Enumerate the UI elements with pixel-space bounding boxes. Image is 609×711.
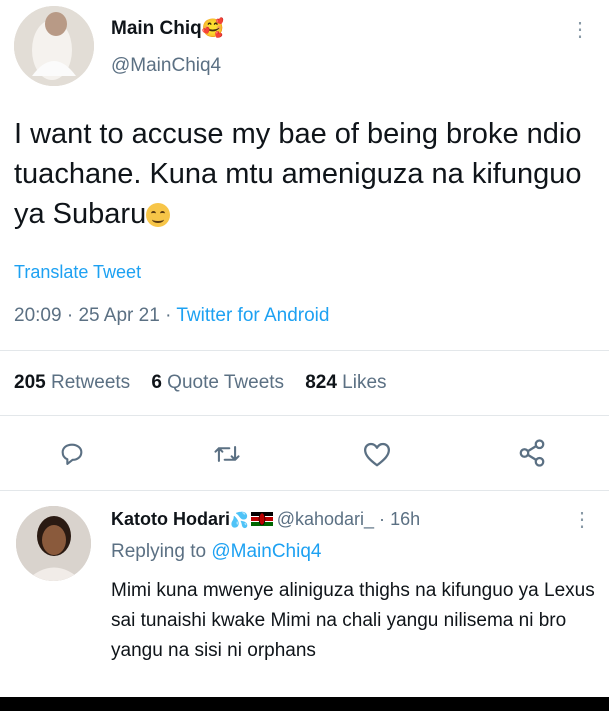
kenya-flag-icon — [250, 510, 273, 526]
reply-author-name[interactable]: Katoto Hodari — [111, 509, 230, 529]
tweet-timestamp: 20:09 · 25 Apr 21 · Twitter for Android — [14, 305, 330, 326]
reply-avatar-image — [16, 506, 91, 581]
likes-stat[interactable]: 824 Likes — [305, 372, 386, 393]
retweets-stat[interactable]: 205 Retweets — [14, 372, 130, 393]
tweet-date[interactable]: 25 Apr 21 — [78, 305, 159, 326]
reply-author-avatar[interactable] — [16, 506, 91, 581]
sweat-droplets-emoji: 💦 — [230, 512, 249, 529]
reply-author-handle[interactable]: @kahodari_ — [277, 509, 374, 529]
smiling-face-emoji: 😊 — [146, 203, 171, 227]
reply-more-options-icon[interactable]: ⋮ — [572, 510, 592, 530]
avatar-image — [14, 6, 94, 86]
tweet-time[interactable]: 20:09 — [14, 305, 62, 326]
tweet-source-link[interactable]: Twitter for Android — [176, 305, 329, 326]
tweet-stats: 205 Retweets 6 Quote Tweets 824 Likes — [14, 372, 387, 394]
author-name[interactable]: Main Chiq🥰 — [111, 18, 224, 40]
reply-age[interactable]: 16h — [390, 509, 420, 529]
quote-tweets-stat[interactable]: 6 Quote Tweets — [151, 372, 284, 393]
more-options-icon[interactable]: ⋮ — [570, 20, 590, 40]
author-avatar[interactable] — [14, 6, 94, 86]
replying-to: Replying to @MainChiq4 — [111, 541, 322, 562]
reply-icon[interactable] — [58, 440, 86, 473]
tweet-body: I want to accuse my bae of being broke n… — [14, 118, 582, 230]
divider — [0, 490, 609, 491]
reply-text: Mimi kuna mwenye aliniguza thighs na kif… — [111, 580, 595, 661]
author-name-text: Main Chiq — [111, 18, 202, 39]
hearts-emoji: 🥰 — [201, 18, 225, 38]
replying-to-handle-link[interactable]: @MainChiq4 — [211, 541, 321, 562]
bottom-bar — [0, 697, 609, 711]
share-icon[interactable] — [517, 438, 547, 473]
tweet-text: I want to accuse my bae of being broke n… — [14, 114, 594, 234]
reply-header: Katoto Hodari💦 @kahodari_ · 16h — [111, 509, 421, 529]
divider — [0, 350, 609, 351]
retweet-icon[interactable] — [212, 440, 242, 473]
like-icon[interactable] — [362, 440, 392, 473]
divider — [0, 415, 609, 416]
translate-tweet-link[interactable]: Translate Tweet — [14, 262, 141, 283]
author-handle[interactable]: @MainChiq4 — [111, 55, 221, 77]
